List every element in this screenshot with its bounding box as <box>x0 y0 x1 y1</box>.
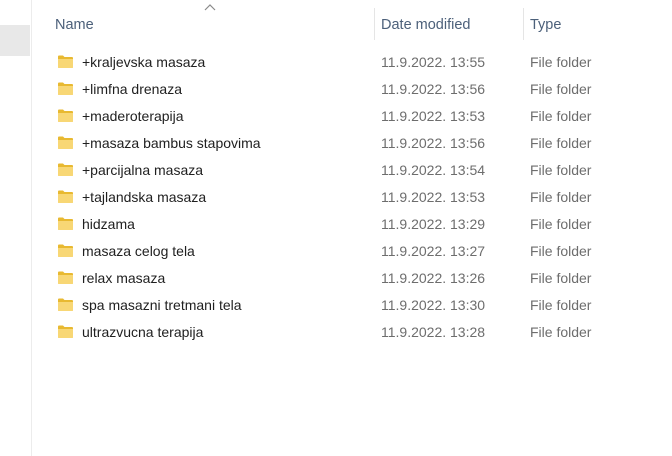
table-row[interactable]: masaza celog tela 11.9.2022. 13:27 File fo… <box>32 238 672 265</box>
chevron-up-icon[interactable] <box>204 2 216 12</box>
folder-icon <box>58 271 73 284</box>
column-header-bar: Name Date modified Type <box>32 0 672 44</box>
file-name: +limfna drenaza <box>82 81 183 97</box>
file-type: File folder <box>530 324 592 340</box>
file-type: File folder <box>530 135 592 151</box>
table-row[interactable]: +maderoterapija 11.9.2022. 13:53 File fold… <box>32 103 672 130</box>
file-type: File folder <box>530 81 592 97</box>
file-type: File folder <box>530 189 592 205</box>
file-type: File folder <box>530 108 592 124</box>
file-date-modified: 11.9.2022. 13:26 <box>381 270 486 286</box>
column-header-name[interactable]: Name <box>55 15 94 35</box>
table-row[interactable]: +parcijalna masaza 11.9.2022. 13:54 File f… <box>32 157 672 184</box>
folder-icon <box>58 163 73 176</box>
file-name: +maderoterapija <box>82 108 184 124</box>
table-row[interactable]: +limfna drenaza 11.9.2022. 13:56 File fold… <box>32 76 672 103</box>
file-date-modified: 11.9.2022. 13:27 <box>381 243 486 259</box>
file-type: File folder <box>530 243 592 259</box>
file-date-modified: 11.9.2022. 13:53 <box>381 108 486 124</box>
navigation-pane[interactable] <box>0 0 32 456</box>
file-name: +tajlandska masaza <box>82 189 207 205</box>
column-separator[interactable] <box>523 8 524 40</box>
file-name: hidzama <box>82 216 135 232</box>
file-type: File folder <box>530 270 592 286</box>
file-name: spa masazni tretmani tela <box>82 297 242 313</box>
folder-icon <box>58 109 73 122</box>
column-header-date-modified[interactable]: Date modified <box>381 15 470 35</box>
folder-icon <box>58 55 73 68</box>
file-date-modified: 11.9.2022. 13:28 <box>381 324 486 340</box>
file-type: File folder <box>530 297 592 313</box>
file-date-modified: 11.9.2022. 13:56 <box>381 135 486 151</box>
folder-icon <box>58 325 73 338</box>
table-row[interactable]: ultrazvucna terapija 11.9.2022. 13:28 File… <box>32 319 672 346</box>
column-separator[interactable] <box>374 8 375 40</box>
file-name: masaza celog tela <box>82 243 195 259</box>
folder-icon <box>58 190 73 203</box>
file-list: +kraljevska masaza 11.9.2022. 13:55 File f… <box>32 49 672 346</box>
file-date-modified: 11.9.2022. 13:30 <box>381 297 486 313</box>
file-type: File folder <box>530 216 592 232</box>
folder-icon <box>58 82 73 95</box>
file-name: +kraljevska masaza <box>82 54 206 70</box>
table-row[interactable]: spa masazni tretmani tela 11.9.2022. 13:3… <box>32 292 672 319</box>
table-row[interactable]: relax masaza 11.9.2022. 13:26 File folder <box>32 265 672 292</box>
file-name: relax masaza <box>82 270 166 286</box>
file-date-modified: 11.9.2022. 13:29 <box>381 216 486 232</box>
column-header-type[interactable]: Type <box>530 15 561 35</box>
file-name: +masaza bambus stapovima <box>82 135 261 151</box>
file-name: ultrazvucna terapija <box>82 324 204 340</box>
nav-selected-item[interactable] <box>0 25 30 56</box>
file-type: File folder <box>530 162 592 178</box>
folder-icon <box>58 217 73 230</box>
file-date-modified: 11.9.2022. 13:53 <box>381 189 486 205</box>
file-date-modified: 11.9.2022. 13:56 <box>381 81 486 97</box>
table-row[interactable]: +masaza bambus stapovima 11.9.2022. 13:56… <box>32 130 672 157</box>
file-explorer-view: Name Date modified Type +kraljevska masa… <box>0 0 672 456</box>
folder-icon <box>58 298 73 311</box>
folder-icon <box>58 244 73 257</box>
table-row[interactable]: +tajlandska masaza 11.9.2022. 13:53 File f… <box>32 184 672 211</box>
file-name: +parcijalna masaza <box>82 162 204 178</box>
folder-icon <box>58 136 73 149</box>
file-type: File folder <box>530 54 592 70</box>
file-date-modified: 11.9.2022. 13:55 <box>381 54 486 70</box>
file-date-modified: 11.9.2022. 13:54 <box>381 162 486 178</box>
table-row[interactable]: +kraljevska masaza 11.9.2022. 13:55 File f… <box>32 49 672 76</box>
table-row[interactable]: hidzama 11.9.2022. 13:29 File folder <box>32 211 672 238</box>
